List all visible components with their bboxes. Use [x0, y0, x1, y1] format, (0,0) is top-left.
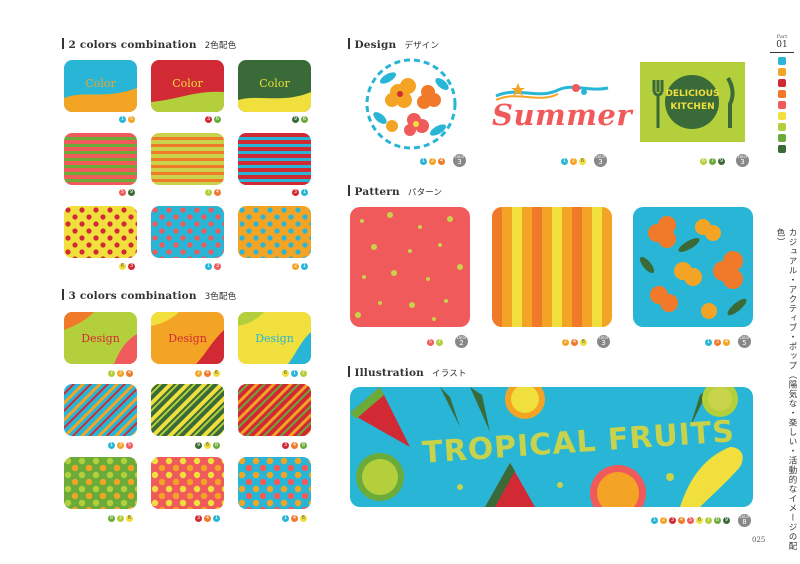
color-codes: 246 [562, 339, 587, 346]
pattern-vertical-stripes [492, 207, 612, 327]
summer-text: Summer [492, 98, 633, 132]
color-codes: 876 [108, 515, 133, 522]
palette-chip-2 [778, 68, 786, 76]
swatch-color-darkgreen-yellow: Color [238, 60, 311, 112]
swatch-design-green-orange-red: Design [64, 312, 137, 364]
palette-chip-1 [778, 57, 786, 65]
swatch-dots-red-yellow-orange [151, 457, 224, 509]
color-count-badge: color 8 [738, 514, 751, 527]
section-title-2-colors: 2 colors combination 2色配色 [62, 38, 236, 51]
kitchen-text-line1: DELICIOUS [665, 89, 720, 99]
illustration-tropical-fruits: TROPICAL FRUITS [350, 387, 753, 507]
palette-chip-6 [778, 112, 786, 120]
palette-chip-7 [778, 123, 786, 131]
design-summer: Summer [488, 78, 632, 138]
color-codes: 724 [108, 370, 133, 377]
sidebar-vertical-text: カジュアル・アクティブ・ポップ（陽気な・楽しい・活動的なイメージの配色） [775, 228, 797, 551]
swatch-design-orange-yellow-red: Design [151, 312, 224, 364]
color-codes: 123456789 [651, 517, 730, 524]
swatch-stripes-yellow-orange [151, 133, 224, 185]
color-codes: 135 [108, 442, 133, 449]
swatch-dots-blue-orange-red [238, 457, 311, 509]
section-title-design: Design デザイン [348, 38, 439, 51]
color-codes: 59 [119, 189, 135, 196]
pattern-hibiscus [633, 207, 753, 327]
color-codes: 146 [282, 515, 307, 522]
color-codes: 341 [195, 515, 220, 522]
color-count-badge: color 3 [594, 154, 607, 167]
section-title-3-colors: 3 colors combination 3色配色 [62, 289, 236, 302]
swatch-stripes-red-green [64, 133, 137, 185]
palette-chip-5 [778, 101, 786, 109]
swatch-color-red-green: Color [151, 60, 224, 112]
color-codes: 968 [195, 442, 220, 449]
swatch-dots-blue-red [151, 206, 224, 258]
swatch-design-yellow-blue-green: Design [238, 312, 311, 364]
color-codes: 348 [282, 442, 307, 449]
color-count-badge: color 3 [597, 335, 610, 348]
color-codes: 617 [282, 370, 307, 377]
design-flower-circle [358, 58, 464, 150]
swatch-dots-yellow-red [64, 206, 137, 258]
sidebar-palette: Part 01 [770, 34, 794, 156]
palette-chip-9 [778, 145, 786, 153]
color-codes: 126 [561, 158, 586, 165]
color-count-badge: color 2 [455, 335, 468, 348]
swatch-dots-green-yellow [64, 457, 137, 509]
color-codes: 679 [700, 158, 725, 165]
color-codes: 246 [195, 370, 220, 377]
kitchen-text-line2: KITCHEN [670, 102, 715, 112]
page-number: 025 [752, 536, 766, 544]
color-codes: 96 [292, 116, 308, 123]
swatch-color-blue-yellow: Color [64, 60, 137, 112]
color-count-badge: color 5 [738, 335, 751, 348]
color-codes: 31 [292, 189, 308, 196]
palette-chip-8 [778, 134, 786, 142]
color-codes: 74 [205, 189, 221, 196]
swatch-stripes-blue-red [238, 133, 311, 185]
section-title-pattern: Pattern パターン [348, 185, 442, 198]
swatch-diagonal-green-yellow [151, 384, 224, 436]
color-codes: 134 [705, 339, 730, 346]
color-codes: 63 [119, 263, 135, 270]
color-codes: 57 [427, 339, 443, 346]
design-delicious-kitchen: DELICIOUS KITCHEN [640, 62, 745, 142]
palette-chip-3 [778, 79, 786, 87]
color-codes: 21 [292, 263, 308, 270]
part-number: 01 [770, 40, 794, 53]
color-count-badge: color 3 [736, 154, 749, 167]
swatch-diagonal-blue-yellow-red [64, 384, 137, 436]
pattern-confetti-red [350, 207, 470, 327]
color-count-badge: color 3 [453, 154, 466, 167]
color-codes: 13 [205, 263, 221, 270]
color-codes: 36 [205, 116, 221, 123]
swatch-dots-orange-blue [238, 206, 311, 258]
section-title-illustration: Illustration イラスト [348, 366, 467, 379]
palette-chip-4 [778, 90, 786, 98]
color-codes: 124 [420, 158, 445, 165]
color-codes: 15 [119, 116, 135, 123]
swatch-diagonal-red-green [238, 384, 311, 436]
